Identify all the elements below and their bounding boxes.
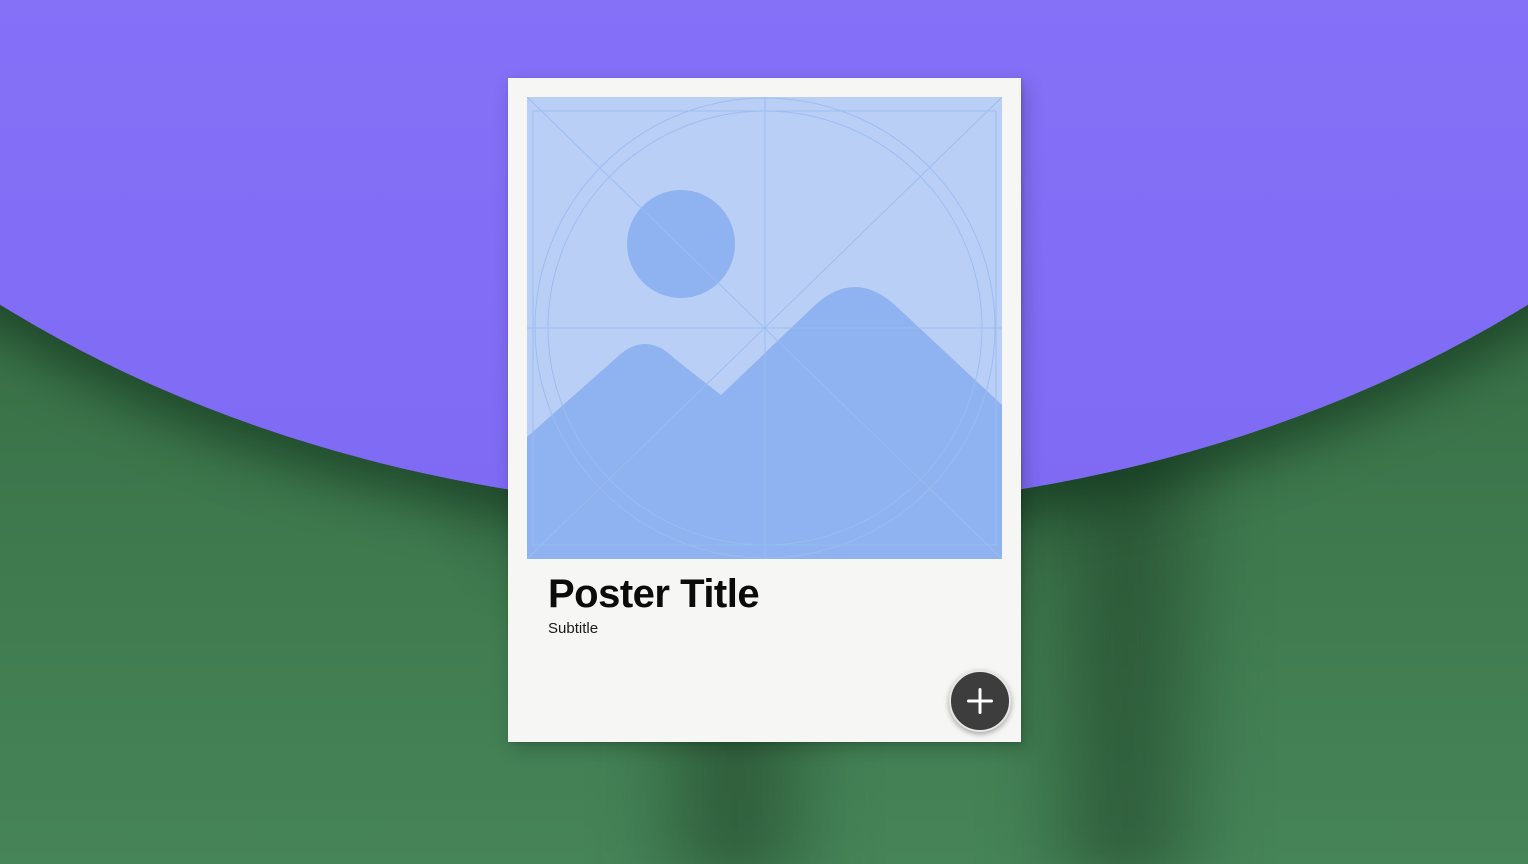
shadow-streak-right xyxy=(1010,420,1240,864)
scene: Poster Title Subtitle xyxy=(0,0,1528,864)
poster-subtitle: Subtitle xyxy=(548,620,599,637)
poster-card: Poster Title Subtitle xyxy=(508,78,1021,742)
plus-icon xyxy=(967,688,993,714)
image-placeholder-icon xyxy=(527,97,1002,559)
poster-title: Poster Title xyxy=(548,572,760,616)
add-button[interactable] xyxy=(949,670,1011,732)
